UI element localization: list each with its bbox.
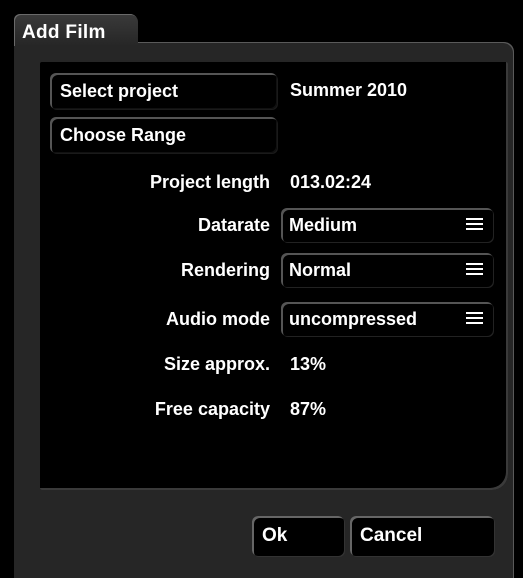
select-project-button[interactable]: Select project: [50, 73, 277, 109]
rendering-value: Normal: [289, 259, 352, 280]
audio-mode-label: Audio mode: [166, 309, 270, 329]
rendering-select[interactable]: Normal: [281, 253, 493, 287]
ok-label: Ok: [262, 525, 288, 546]
project-name: Summer 2010: [290, 80, 408, 100]
project-length-label: Project length: [149, 172, 270, 192]
menu-icon: [466, 263, 483, 275]
free-capacity-value: 87%: [290, 399, 327, 419]
rendering-label: Rendering: [180, 260, 270, 280]
audio-mode-select[interactable]: uncompressed: [281, 302, 493, 336]
dialog-title: Add Film: [22, 22, 106, 43]
audio-mode-value: uncompressed: [289, 308, 418, 329]
choose-range-button[interactable]: Choose Range: [50, 117, 277, 153]
size-approx-label: Size approx.: [163, 354, 270, 374]
datarate-label: Datarate: [197, 215, 270, 235]
datarate-select[interactable]: Medium: [281, 208, 493, 242]
cancel-button[interactable]: Cancel: [350, 516, 494, 556]
project-length-value: 013.02:24: [290, 172, 372, 192]
menu-icon: [466, 312, 483, 324]
cancel-label: Cancel: [360, 525, 423, 546]
choose-range-label: Choose Range: [60, 124, 187, 145]
select-project-label: Select project: [60, 80, 179, 101]
size-approx-value: 13%: [290, 354, 327, 374]
add-film-dialog: Add Film Select project Summer 2010 Choo…: [0, 0, 523, 578]
ok-button[interactable]: Ok: [252, 516, 344, 556]
free-capacity-label: Free capacity: [154, 399, 270, 419]
datarate-value: Medium: [289, 214, 358, 235]
menu-icon: [466, 218, 483, 230]
